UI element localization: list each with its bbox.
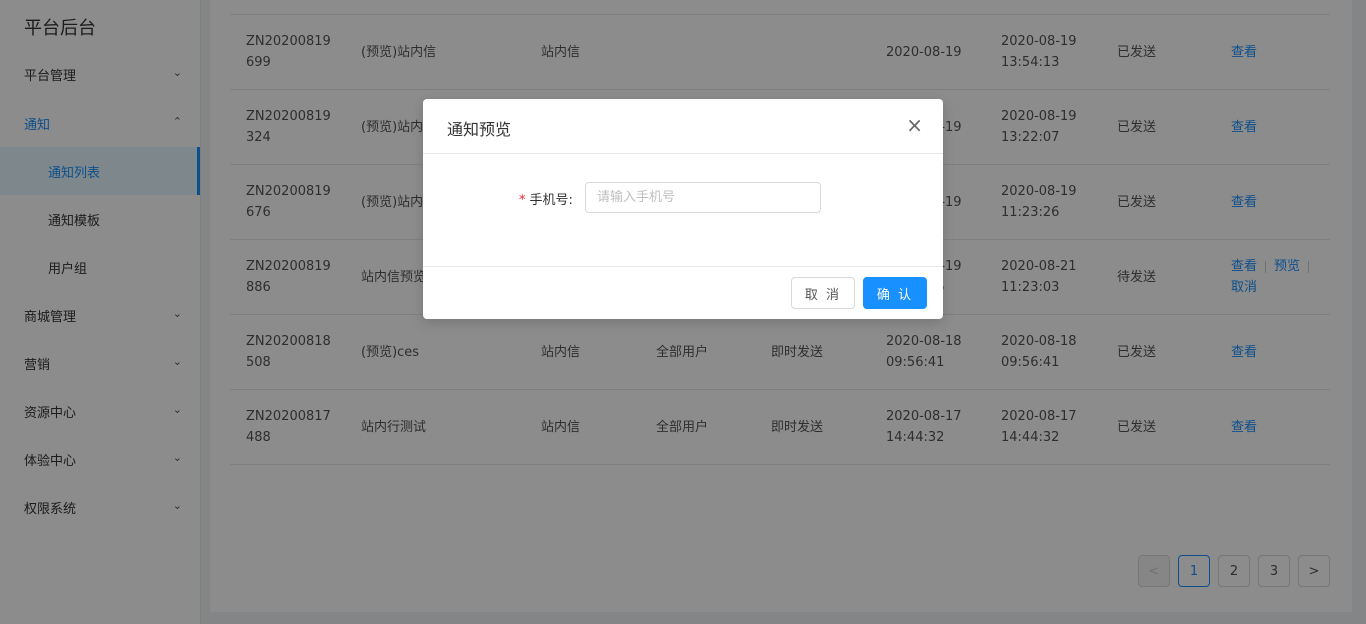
phone-label-text: 手机号: <box>529 193 573 208</box>
modal-header: 通知预览 × <box>423 99 943 154</box>
cancel-button[interactable]: 取 消 <box>791 277 855 309</box>
phone-input[interactable] <box>585 182 821 213</box>
required-mark: * <box>519 193 526 208</box>
modal-title: 通知预览 <box>447 120 512 139</box>
phone-label: * 手机号: <box>519 189 573 208</box>
close-icon[interactable]: × <box>906 113 923 137</box>
modal-footer: 取 消 确 认 <box>423 266 943 320</box>
notice-preview-modal: 通知预览 × *手机号: 取 消 确 认 <box>423 99 943 319</box>
confirm-button[interactable]: 确 认 <box>863 277 927 309</box>
